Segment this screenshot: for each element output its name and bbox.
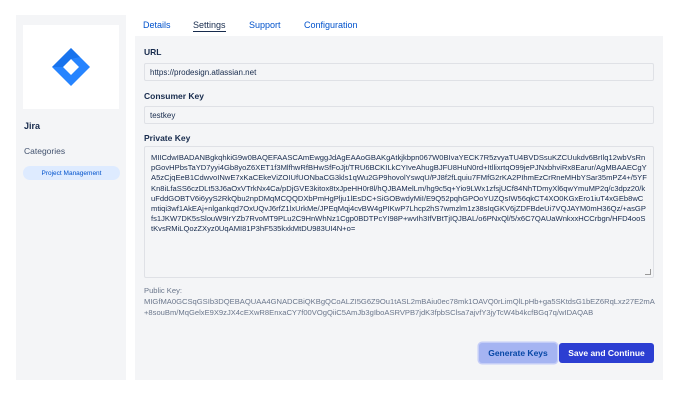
categories-label: Categories [24,146,65,156]
app-name: Jira [24,121,40,131]
private-key-label: Private Key [144,133,190,143]
app-logo [23,25,119,109]
save-and-continue-button[interactable]: Save and Continue [559,343,654,363]
generate-keys-button[interactable]: Generate Keys [479,343,557,363]
sidebar: Jira Categories Project Management [16,15,126,380]
resize-handle[interactable] [645,269,651,275]
url-label: URL [144,47,161,57]
private-key-textarea[interactable]: MIICdwIBADANBgkqhkiG9w0BAQEFAASCAmEwggJd… [144,146,654,278]
public-key-block: Public Key: MIGfMA0GCSqGSIb3DQEBAQUAA4GN… [144,286,656,318]
consumer-key-label: Consumer Key [144,91,204,101]
public-key-label: Public Key: [144,286,656,297]
tab-details[interactable]: Details [143,20,171,30]
url-field[interactable]: https://prodesign.atlassian.net [144,63,654,81]
settings-panel: URL https://prodesign.atlassian.net Cons… [135,36,663,380]
jira-icon [50,46,92,88]
tab-settings[interactable]: Settings [193,20,226,32]
public-key-value: MIGfMA0GCSqGSIb3DQEBAQUAA4GNADCBiQKBgQCo… [144,297,656,319]
tab-support[interactable]: Support [249,20,281,30]
private-key-text: MIICdwIBADANBgkqhkiG9w0BAQEFAASCAmEwggJd… [151,153,647,233]
consumer-key-field[interactable]: testkey [144,106,654,124]
tab-configuration[interactable]: Configuration [304,20,358,30]
category-badge[interactable]: Project Management [23,166,120,180]
